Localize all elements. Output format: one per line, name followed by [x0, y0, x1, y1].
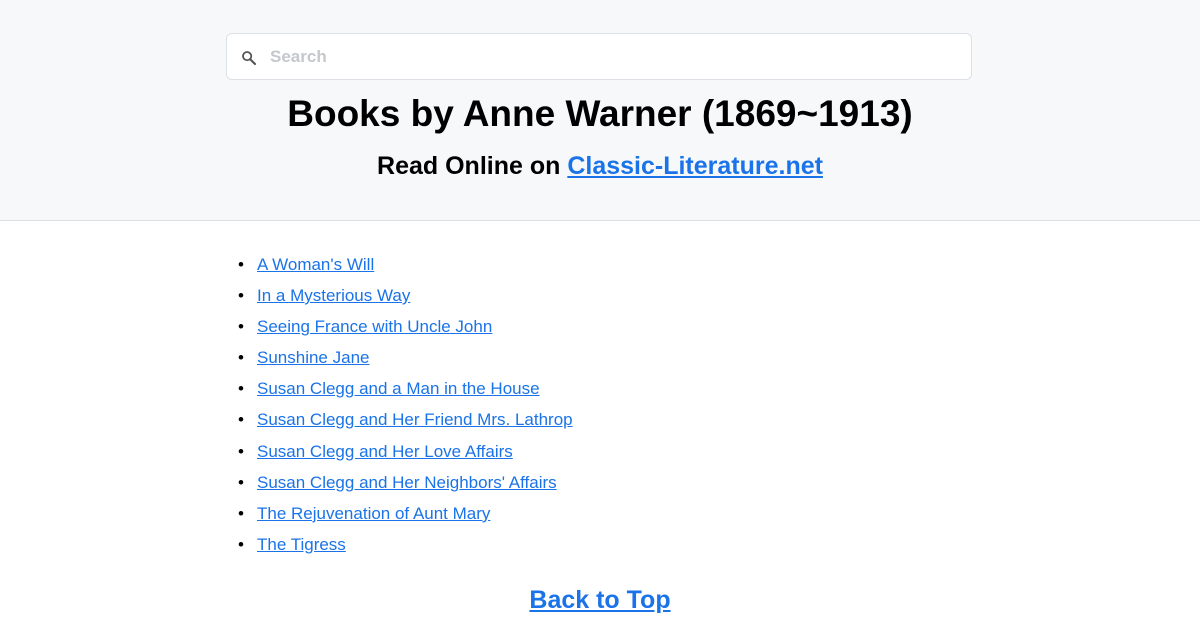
bullet: •: [238, 441, 244, 461]
back-to-top-link[interactable]: Back to Top: [529, 586, 670, 614]
page-title: Books by Anne Warner (1869~1913): [287, 93, 913, 134]
page-header: Books by Anne Warner (1869~1913) Read On…: [0, 0, 1200, 221]
list-item: • In a Mysterious Way: [238, 285, 573, 316]
book-link[interactable]: Sunshine Jane: [257, 348, 369, 367]
bullet: •: [238, 472, 244, 492]
bullet: •: [238, 503, 244, 523]
subtitle-prefix: Read Online on: [377, 152, 568, 180]
bullet: •: [238, 286, 244, 306]
search-box[interactable]: [226, 33, 972, 80]
bullet: •: [238, 410, 244, 430]
subtitle: Read Online on Classic-Literature.net: [0, 150, 1200, 182]
book-link[interactable]: Susan Clegg and a Man in the House: [257, 379, 540, 398]
bullet: •: [238, 255, 244, 274]
list-item: • A Woman's Will: [238, 254, 573, 285]
list-item: • Susan Clegg and Her Neighbors' Affairs: [238, 472, 573, 503]
list-item: • The Tigress: [238, 534, 573, 565]
book-link[interactable]: Susan Clegg and Her Neighbors' Affairs: [257, 473, 557, 492]
search-icon: [242, 51, 257, 66]
book-link[interactable]: Seeing France with Uncle John: [257, 317, 492, 336]
bullet: •: [238, 534, 244, 554]
book-list: • A Woman's Will • In a Mysterious Way • Se…: [238, 254, 573, 565]
bullet: •: [238, 317, 244, 337]
book-link[interactable]: Susan Clegg and Her Love Affairs: [257, 442, 513, 461]
bullet: •: [238, 348, 244, 368]
book-link[interactable]: A Woman's Will: [257, 255, 374, 274]
site-link[interactable]: Classic-Literature.net: [567, 152, 823, 180]
book-link[interactable]: In a Mysterious Way: [257, 286, 410, 305]
list-item: • Susan Clegg and a Man in the House: [238, 378, 573, 409]
book-link[interactable]: The Tigress: [257, 535, 346, 554]
list-item: • Susan Clegg and Her Love Affairs: [238, 441, 573, 472]
bullet: •: [238, 379, 244, 399]
back-to-top: Back to Top: [0, 584, 1200, 616]
book-link[interactable]: The Rejuvenation of Aunt Mary: [257, 504, 490, 523]
list-item: • Seeing France with Uncle John: [238, 316, 573, 347]
list-item: • Sunshine Jane: [238, 347, 573, 378]
list-item: • The Rejuvenation of Aunt Mary: [238, 503, 573, 534]
book-link[interactable]: Susan Clegg and Her Friend Mrs. Lathrop: [257, 410, 573, 429]
list-item: • Susan Clegg and Her Friend Mrs. Lathrop: [238, 409, 573, 440]
search-input[interactable]: [270, 34, 960, 79]
